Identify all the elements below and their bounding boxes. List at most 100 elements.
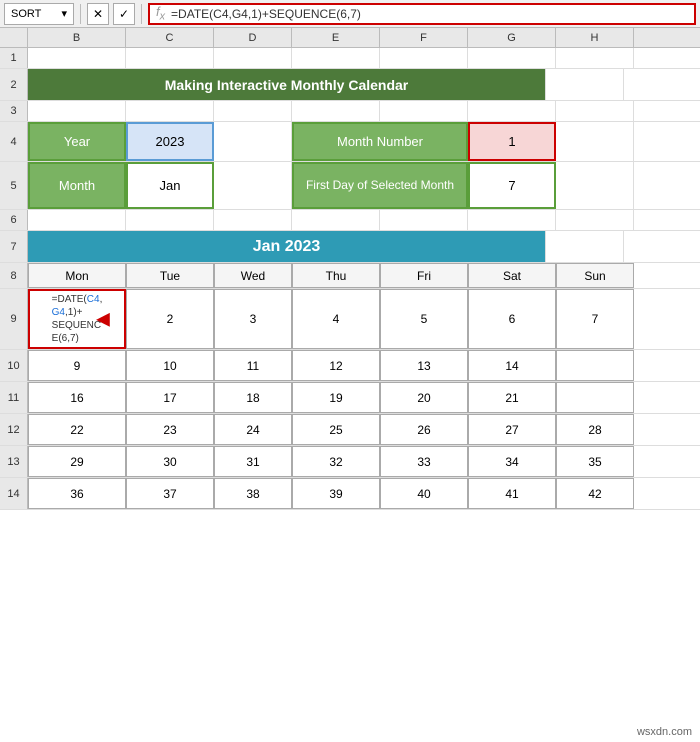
- cell-month-label[interactable]: Month: [28, 162, 126, 209]
- cell-h1[interactable]: [556, 48, 634, 68]
- cell-b3[interactable]: [28, 101, 126, 121]
- cell-first-day-label[interactable]: First Day of Selected Month: [292, 162, 468, 209]
- cell-h5[interactable]: [556, 162, 634, 209]
- cell-h6[interactable]: [556, 210, 634, 230]
- cell-cal-r4-sat[interactable]: 27: [468, 414, 556, 445]
- cell-h7[interactable]: [546, 231, 624, 262]
- cell-cal-r1-fri[interactable]: 5: [380, 289, 468, 349]
- cell-cal-r2-wed[interactable]: 11: [214, 350, 292, 381]
- cell-cal-r1-thu[interactable]: 4: [292, 289, 380, 349]
- cell-cal-r2-sat[interactable]: 14: [468, 350, 556, 381]
- cell-cal-r6-thu[interactable]: 39: [292, 478, 380, 509]
- cancel-btn[interactable]: ✕: [87, 3, 109, 25]
- cell-h3[interactable]: [556, 101, 634, 121]
- confirm-btn[interactable]: ✓: [113, 3, 135, 25]
- watermark: wsxdn.com: [637, 726, 692, 738]
- cell-d3[interactable]: [214, 101, 292, 121]
- cell-cal-r1-tue[interactable]: 2: [126, 289, 214, 349]
- cell-g1[interactable]: [468, 48, 556, 68]
- cell-day-mon[interactable]: Mon: [28, 263, 126, 288]
- cell-year-value[interactable]: 2023: [126, 122, 214, 161]
- cell-cal-r2-thu[interactable]: 12: [292, 350, 380, 381]
- cell-calendar-title[interactable]: Jan 2023: [28, 231, 546, 262]
- cell-cal-r4-thu[interactable]: 25: [292, 414, 380, 445]
- cell-cal-r5-mon[interactable]: 29: [28, 446, 126, 477]
- cell-cal-r4-mon[interactable]: 22: [28, 414, 126, 445]
- cell-cal-r1-sat[interactable]: 6: [468, 289, 556, 349]
- cell-cal-r5-thu[interactable]: 32: [292, 446, 380, 477]
- cell-f6[interactable]: [380, 210, 468, 230]
- cell-day-sat[interactable]: Sat: [468, 263, 556, 288]
- col-header-e: E: [292, 28, 380, 47]
- cell-f1[interactable]: [380, 48, 468, 68]
- cell-month-number-value[interactable]: 1: [468, 122, 556, 161]
- cell-month-value[interactable]: Jan: [126, 162, 214, 209]
- cell-b6[interactable]: [28, 210, 126, 230]
- cell-day-thu[interactable]: Thu: [292, 263, 380, 288]
- cell-b1[interactable]: [28, 48, 126, 68]
- cell-cal-r5-sat[interactable]: 34: [468, 446, 556, 477]
- cell-cal-r2-tue[interactable]: 10: [126, 350, 214, 381]
- cell-e6[interactable]: [292, 210, 380, 230]
- cell-cal-r6-wed[interactable]: 38: [214, 478, 292, 509]
- cell-cal-r4-sun[interactable]: 28: [556, 414, 634, 445]
- year-label-text: Year: [64, 134, 90, 149]
- cell-h4[interactable]: [556, 122, 634, 161]
- cell-month-number-label[interactable]: Month Number: [292, 122, 468, 161]
- cell-d4[interactable]: [214, 122, 292, 161]
- cell-cal-r5-wed[interactable]: 31: [214, 446, 292, 477]
- cell-cal-r6-fri[interactable]: 40: [380, 478, 468, 509]
- formula-bar[interactable]: fx =DATE(C4,G4,1)+SEQUENCE(6,7): [148, 3, 696, 25]
- col-header-g: G: [468, 28, 556, 47]
- name-box[interactable]: SORT ▾: [4, 3, 74, 25]
- cell-year-label[interactable]: Year: [28, 122, 126, 161]
- cell-cal-r3-sat[interactable]: 21: [468, 382, 556, 413]
- cell-c6[interactable]: [126, 210, 214, 230]
- cell-d6[interactable]: [214, 210, 292, 230]
- cell-cal-r3-wed[interactable]: 18: [214, 382, 292, 413]
- cell-cal-r2-sun[interactable]: [556, 350, 634, 381]
- cell-title[interactable]: Making Interactive Monthly Calendar: [28, 69, 546, 100]
- dropdown-icon: ▾: [61, 7, 67, 20]
- cell-c1[interactable]: [126, 48, 214, 68]
- cell-cal-r6-tue[interactable]: 37: [126, 478, 214, 509]
- cell-cal-r3-thu[interactable]: 19: [292, 382, 380, 413]
- cell-cal-r6-sun[interactable]: 42: [556, 478, 634, 509]
- cell-cal-r1-wed[interactable]: 3: [214, 289, 292, 349]
- cell-cal-r4-tue[interactable]: 23: [126, 414, 214, 445]
- cell-cal-r3-sun[interactable]: [556, 382, 634, 413]
- cell-f3[interactable]: [380, 101, 468, 121]
- cell-d5[interactable]: [214, 162, 292, 209]
- cell-g6[interactable]: [468, 210, 556, 230]
- cell-cal-r2-fri[interactable]: 13: [380, 350, 468, 381]
- col-header-f: F: [380, 28, 468, 47]
- cell-formula[interactable]: =DATE(C4,G4,1)+SEQUENCE(6,7): [28, 289, 126, 349]
- cell-cal-r6-sat[interactable]: 41: [468, 478, 556, 509]
- cell-h2[interactable]: [546, 69, 624, 100]
- cell-first-day-value[interactable]: 7: [468, 162, 556, 209]
- cell-day-tue[interactable]: Tue: [126, 263, 214, 288]
- cell-g3[interactable]: [468, 101, 556, 121]
- cell-cal-r5-fri[interactable]: 33: [380, 446, 468, 477]
- cell-cal-r4-wed[interactable]: 24: [214, 414, 292, 445]
- cell-cal-r5-tue[interactable]: 30: [126, 446, 214, 477]
- cell-d1[interactable]: [214, 48, 292, 68]
- cell-cal-r1-sun[interactable]: 7: [556, 289, 634, 349]
- day-thu: Thu: [326, 269, 347, 283]
- grid-row-3: 3: [0, 101, 700, 122]
- cell-cal-r5-sun[interactable]: 35: [556, 446, 634, 477]
- cell-cal-r3-mon[interactable]: 16: [28, 382, 126, 413]
- cell-day-sun[interactable]: Sun: [556, 263, 634, 288]
- cell-cal-r4-fri[interactable]: 26: [380, 414, 468, 445]
- cell-e1[interactable]: [292, 48, 380, 68]
- cell-c3[interactable]: [126, 101, 214, 121]
- cell-e3[interactable]: [292, 101, 380, 121]
- cell-day-fri[interactable]: Fri: [380, 263, 468, 288]
- month-number-value-text: 1: [508, 134, 515, 149]
- cell-cal-r3-fri[interactable]: 20: [380, 382, 468, 413]
- cell-day-wed[interactable]: Wed: [214, 263, 292, 288]
- cell-cal-r6-mon[interactable]: 36: [28, 478, 126, 509]
- day-fri: Fri: [417, 269, 431, 283]
- cell-cal-r3-tue[interactable]: 17: [126, 382, 214, 413]
- cell-cal-r2-mon[interactable]: 9: [28, 350, 126, 381]
